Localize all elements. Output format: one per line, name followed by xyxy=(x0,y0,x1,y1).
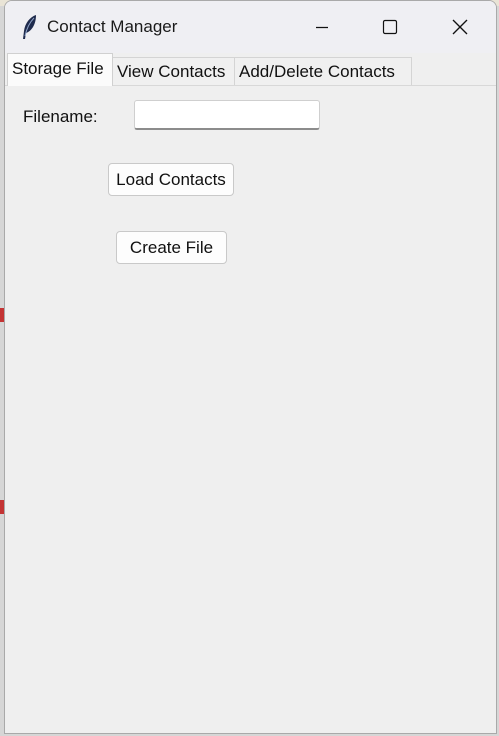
tab-bar: Storage File View Contacts Add/Delete Co… xyxy=(5,53,496,86)
storage-file-panel: Filename: Load Contacts Create File xyxy=(5,86,496,733)
minimize-icon xyxy=(314,19,330,35)
close-icon xyxy=(451,18,469,36)
filename-label: Filename: xyxy=(23,107,98,126)
close-button[interactable] xyxy=(437,1,483,53)
feather-icon xyxy=(21,14,39,40)
minimize-button[interactable] xyxy=(299,1,345,53)
maximize-icon xyxy=(382,19,398,35)
maximize-button[interactable] xyxy=(367,1,413,53)
title-bar[interactable]: Contact Manager xyxy=(5,1,496,53)
filename-input[interactable] xyxy=(134,100,320,130)
load-contacts-button[interactable]: Load Contacts xyxy=(108,163,234,196)
create-file-button[interactable]: Create File xyxy=(116,231,227,264)
window-title: Contact Manager xyxy=(47,17,178,36)
tab-add-delete-contacts[interactable]: Add/Delete Contacts xyxy=(234,57,412,85)
contact-manager-window: Contact Manager Storage File View Contac… xyxy=(4,0,497,734)
tab-view-contacts[interactable]: View Contacts xyxy=(112,57,235,85)
tab-storage-file[interactable]: Storage File xyxy=(7,53,113,86)
